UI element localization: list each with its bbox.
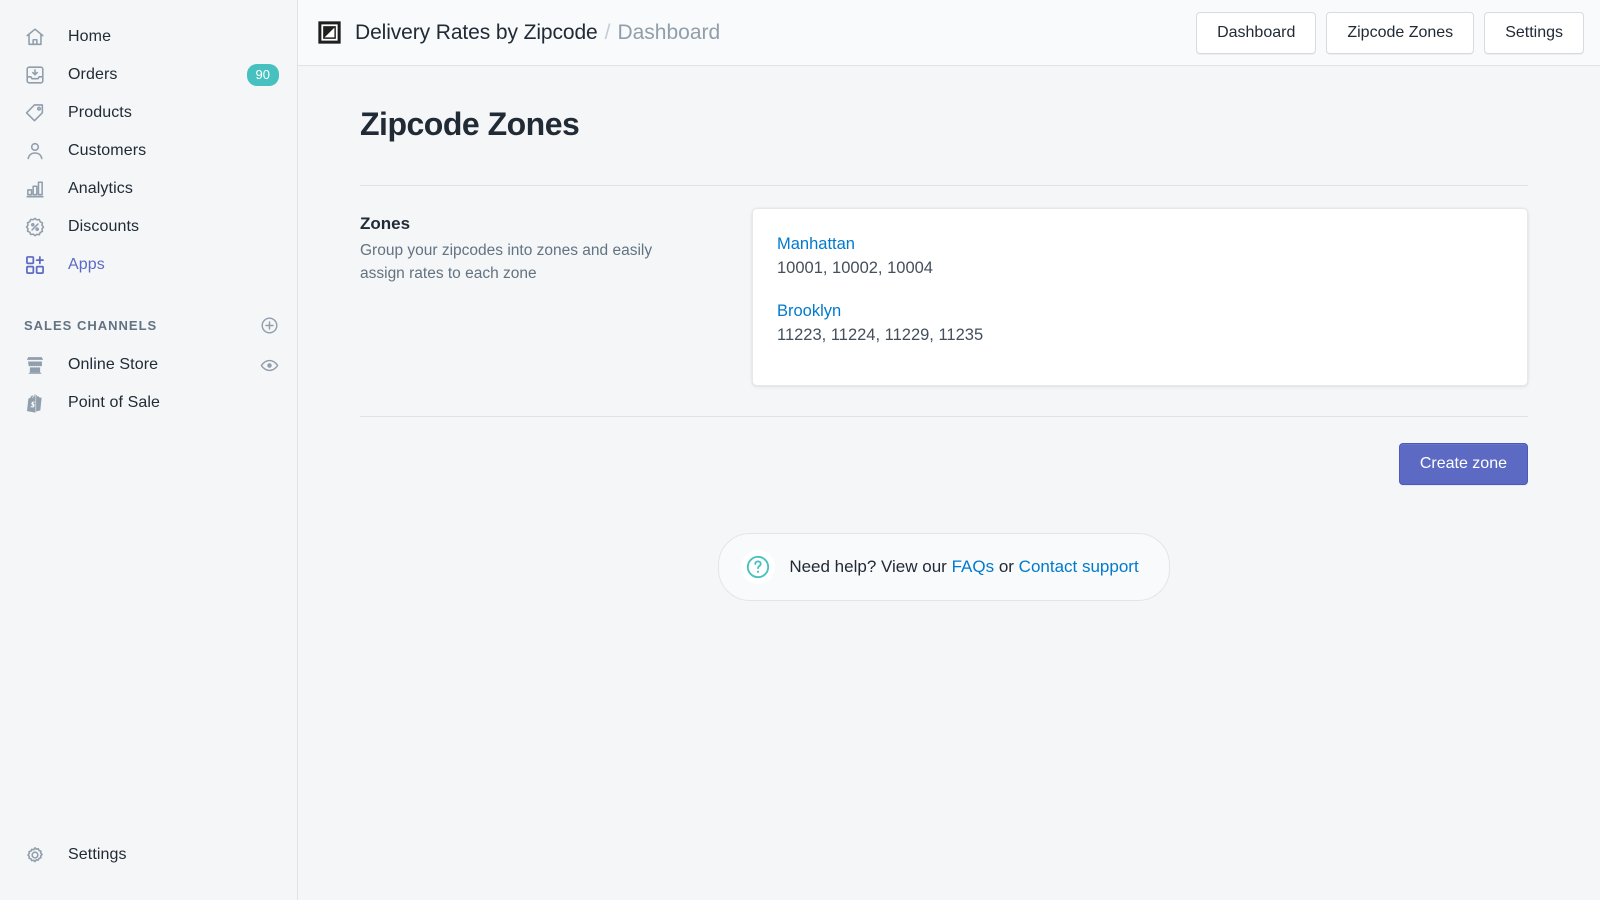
analytics-bar-chart-icon — [24, 178, 46, 200]
sidebar: Home Orders 90 Products Customers Analyt… — [0, 0, 298, 900]
contact-support-link[interactable]: Contact support — [1019, 557, 1139, 576]
tab-zipcode-zones[interactable]: Zipcode Zones — [1326, 11, 1475, 54]
home-icon — [24, 26, 46, 48]
main-area: Delivery Rates by Zipcode / Dashboard Da… — [298, 0, 1600, 900]
zone-link-brooklyn[interactable]: Brooklyn — [777, 302, 841, 321]
apps-grid-plus-icon — [24, 254, 46, 276]
sidebar-item-products[interactable]: Products — [12, 94, 287, 132]
sidebar-item-point-of-sale[interactable]: Point of Sale — [12, 384, 287, 422]
online-store-icon — [24, 354, 46, 376]
sidebar-item-customers[interactable]: Customers — [12, 132, 287, 170]
sidebar-item-label: Orders — [68, 66, 118, 83]
app-square-diagonal-icon — [316, 20, 342, 46]
app-topbar: Delivery Rates by Zipcode / Dashboard Da… — [298, 0, 1600, 66]
sidebar-item-label: Customers — [68, 142, 147, 159]
products-tag-icon — [24, 102, 46, 124]
sidebar-item-label: Home — [68, 28, 112, 45]
zones-card: Manhattan 10001, 10002, 10004 Brooklyn 1… — [752, 208, 1528, 386]
help-text: Need help? View our FAQs or Contact supp… — [789, 557, 1138, 577]
tab-settings[interactable]: Settings — [1484, 11, 1584, 54]
app-name: Delivery Rates by Zipcode — [355, 20, 598, 44]
sidebar-footer: Settings — [0, 836, 297, 874]
sidebar-item-label: Analytics — [68, 180, 133, 197]
topbar-actions: Dashboard Zipcode Zones Settings — [1196, 11, 1584, 54]
zones-section-title: Zones — [360, 214, 411, 233]
sales-channels-section-header: SALES CHANNELS — [12, 310, 287, 340]
zone-entry: Manhattan 10001, 10002, 10004 — [777, 235, 1503, 278]
section-title: SALES CHANNELS — [24, 317, 158, 333]
zone-zipcodes: 11223, 11224, 11229, 11235 — [777, 326, 984, 344]
customers-person-icon — [24, 140, 46, 162]
sidebar-item-discounts[interactable]: Discounts — [12, 208, 287, 246]
help-pill: Need help? View our FAQs or Contact supp… — [718, 533, 1170, 601]
tab-dashboard[interactable]: Dashboard — [1196, 11, 1317, 54]
breadcrumb: Dashboard — [617, 20, 721, 44]
title-divider — [360, 185, 1528, 186]
zone-zipcodes: 10001, 10002, 10004 — [777, 259, 933, 277]
sidebar-item-label: Point of Sale — [68, 394, 161, 411]
sidebar-item-apps[interactable]: Apps — [12, 246, 287, 284]
zones-settings-row: Zones Group your zipcodes into zones and… — [360, 208, 1528, 386]
zones-description-block: Zones Group your zipcodes into zones and… — [360, 208, 752, 286]
sidebar-item-online-store[interactable]: Online Store — [12, 346, 287, 384]
orders-inbox-icon — [24, 64, 46, 86]
page-content: Zipcode Zones Zones Group your zipcodes … — [298, 66, 1600, 900]
question-mark-circle-icon — [741, 550, 776, 584]
sidebar-item-label: Online Store — [68, 356, 159, 373]
help-prefix: Need help? View our — [789, 557, 947, 576]
eye-icon[interactable] — [260, 356, 279, 375]
section-divider — [360, 416, 1528, 417]
zone-entry: Brooklyn 11223, 11224, 11229, 11235 — [777, 302, 1503, 345]
create-zone-button[interactable]: Create zone — [1398, 443, 1528, 485]
sidebar-item-label: Discounts — [68, 218, 140, 235]
orders-badge: 90 — [246, 64, 279, 86]
sidebar-item-label: Apps — [68, 256, 105, 273]
help-footer: Need help? View our FAQs or Contact supp… — [360, 533, 1528, 601]
help-conjunction: or — [998, 557, 1014, 576]
sidebar-item-label: Products — [68, 104, 132, 121]
sidebar-item-settings[interactable]: Settings — [12, 836, 287, 874]
point-of-sale-bag-icon — [24, 392, 46, 414]
zone-link-manhattan[interactable]: Manhattan — [777, 235, 855, 254]
discounts-percent-icon — [24, 216, 46, 238]
plus-circle-icon[interactable] — [260, 316, 279, 335]
page-title: Zipcode Zones — [360, 106, 580, 142]
sidebar-item-home[interactable]: Home — [12, 18, 287, 56]
primary-action-row: Create zone — [360, 443, 1528, 485]
gear-icon — [24, 844, 46, 866]
faqs-link[interactable]: FAQs — [952, 557, 995, 576]
sidebar-item-label: Settings — [68, 846, 127, 863]
topbar-separator: / — [604, 20, 611, 44]
sidebar-item-orders[interactable]: Orders 90 — [12, 56, 287, 94]
app-root: Home Orders 90 Products Customers Analyt… — [0, 0, 1600, 900]
zones-section-description: Group your zipcodes into zones and easil… — [360, 242, 653, 282]
sidebar-item-analytics[interactable]: Analytics — [12, 170, 287, 208]
